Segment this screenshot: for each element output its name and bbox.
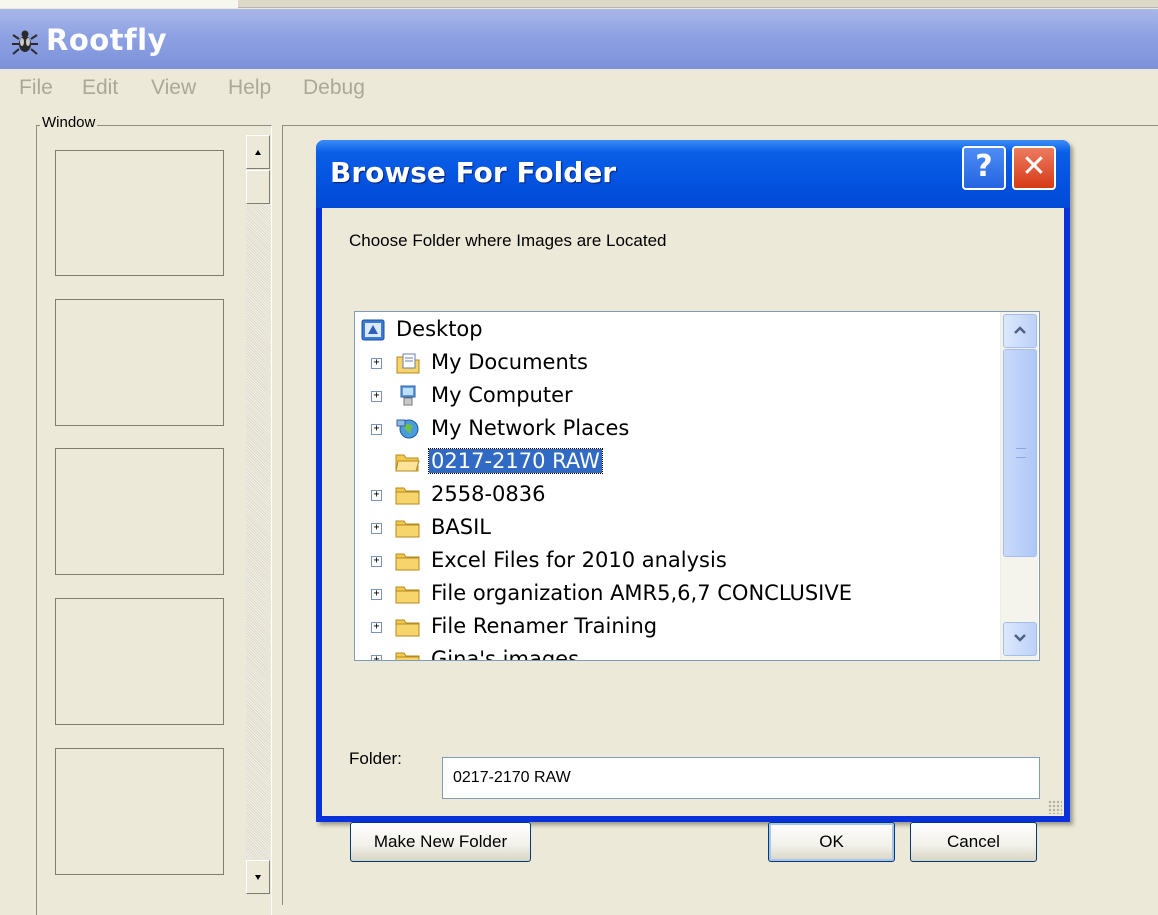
tree-item-label: 2558-0836 <box>431 482 546 506</box>
tree-item-label: My Computer <box>431 383 573 407</box>
resize-grip-icon[interactable] <box>1048 800 1062 814</box>
scroll-thumb[interactable] <box>246 170 270 204</box>
menu-help[interactable]: Help <box>228 76 271 100</box>
tree-item-basil[interactable]: + BASIL <box>371 513 971 545</box>
dialog-title: Browse For Folder <box>330 156 617 189</box>
expand-icon[interactable]: + <box>371 622 382 633</box>
help-icon: ? <box>975 149 993 184</box>
expand-icon[interactable]: + <box>371 655 382 660</box>
chevron-down-icon <box>1014 634 1026 642</box>
expand-icon[interactable]: + <box>371 424 382 435</box>
tree-item-ginas-images[interactable]: + Gina's images <box>371 645 971 661</box>
scroll-up-button[interactable] <box>246 135 270 169</box>
cancel-button[interactable]: Cancel <box>910 822 1037 862</box>
network-places-icon <box>396 419 419 439</box>
app-title: Rootfly <box>46 23 168 57</box>
folder-icon <box>395 652 420 660</box>
tree-item-label: My Network Places <box>431 416 630 440</box>
folder-open-icon <box>395 454 420 472</box>
tree-scroll-down-button[interactable] <box>1003 622 1037 656</box>
tree-scroll-thumb[interactable] <box>1003 349 1037 557</box>
top-strip-light <box>0 0 238 8</box>
grip-icon <box>1016 448 1026 458</box>
tree-item-label: Gina's images <box>431 647 580 661</box>
arrow-down-icon <box>255 875 261 880</box>
menubar: File Edit View Help Debug <box>0 72 1158 106</box>
ok-button[interactable]: OK <box>768 822 895 862</box>
expand-icon[interactable]: + <box>371 391 382 402</box>
make-new-folder-button[interactable]: Make New Folder <box>350 822 531 862</box>
scroll-down-button[interactable] <box>246 860 270 894</box>
tree-item-my-documents[interactable]: + My Documents <box>371 348 971 380</box>
tree-item-desktop[interactable]: Desktop <box>360 315 960 347</box>
folder-input[interactable] <box>442 757 1040 799</box>
top-strip-dark <box>238 0 1158 8</box>
app-title-bar: Rootfly <box>0 9 1158 69</box>
thumbnail-slot[interactable] <box>55 448 224 575</box>
menu-view[interactable]: View <box>151 76 196 100</box>
arrow-up-icon <box>255 150 261 155</box>
menu-file[interactable]: File <box>19 76 53 100</box>
tree-item-label: Desktop <box>396 317 483 341</box>
expand-icon[interactable]: + <box>371 358 382 369</box>
menu-debug[interactable]: Debug <box>303 76 365 100</box>
dialog-prompt: Choose Folder where Images are Located <box>349 231 667 250</box>
folder-field-label: Folder: <box>349 749 402 768</box>
close-icon: ✕ <box>1021 149 1047 184</box>
folder-tree[interactable]: Desktop + My Documents + My Computer + M… <box>354 311 1040 661</box>
tree-scrollbar[interactable] <box>1000 312 1038 660</box>
desktop-icon <box>361 319 385 341</box>
tree-scroll-up-button[interactable] <box>1003 314 1037 348</box>
thumbnail-slot[interactable] <box>55 598 224 725</box>
thumbnail-slot[interactable] <box>55 748 224 875</box>
chevron-up-icon <box>1014 326 1026 334</box>
dialog-body: Choose Folder where Images are Located D… <box>322 208 1064 862</box>
folder-icon <box>395 553 420 571</box>
tree-item-label: Excel Files for 2010 analysis <box>431 548 727 572</box>
tree-item-my-computer[interactable]: + My Computer <box>371 381 971 413</box>
tree-item-label: 0217-2170 RAW <box>428 448 603 474</box>
expand-icon[interactable]: + <box>371 556 382 567</box>
my-documents-icon <box>396 353 420 374</box>
tree-item-label: File organization AMR5,6,7 CONCLUSIVE <box>431 581 852 605</box>
tree-item-label: My Documents <box>431 350 588 374</box>
top-strip <box>0 0 1158 8</box>
folder-icon <box>395 586 420 604</box>
menu-edit[interactable]: Edit <box>82 76 118 100</box>
window-group-legend: Window <box>40 114 98 131</box>
thumbnail-slot[interactable] <box>55 150 224 276</box>
tree-item-excel-files[interactable]: + Excel Files for 2010 analysis <box>371 546 971 578</box>
thumbnail-scrollbar[interactable] <box>246 135 270 895</box>
folder-icon <box>395 619 420 637</box>
bug-icon <box>12 30 38 55</box>
expand-icon[interactable]: + <box>371 523 382 534</box>
dialog-title-bar[interactable]: Browse For Folder ? ✕ <box>316 140 1070 208</box>
tree-item-file-organization[interactable]: + File organization AMR5,6,7 CONCLUSIVE <box>371 579 991 611</box>
folder-icon <box>395 487 420 505</box>
close-button[interactable]: ✕ <box>1012 146 1056 190</box>
folder-icon <box>395 520 420 538</box>
browse-folder-dialog: Browse For Folder ? ✕ Choose Folder wher… <box>316 140 1070 862</box>
my-computer-icon <box>400 385 416 406</box>
expand-icon[interactable]: + <box>371 490 382 501</box>
help-button[interactable]: ? <box>962 146 1006 190</box>
tree-item-file-renamer-training[interactable]: + File Renamer Training <box>371 612 971 644</box>
thumbnail-slot[interactable] <box>55 299 224 426</box>
tree-item-my-network-places[interactable]: + My Network Places <box>371 414 971 446</box>
tree-item-2558-0836[interactable]: + 2558-0836 <box>371 480 971 512</box>
tree-item-label: File Renamer Training <box>431 614 658 638</box>
expand-icon[interactable]: + <box>371 589 382 600</box>
tree-item-0217-2170-raw[interactable]: 0217-2170 RAW <box>371 447 971 479</box>
tree-item-label: BASIL <box>431 515 491 539</box>
